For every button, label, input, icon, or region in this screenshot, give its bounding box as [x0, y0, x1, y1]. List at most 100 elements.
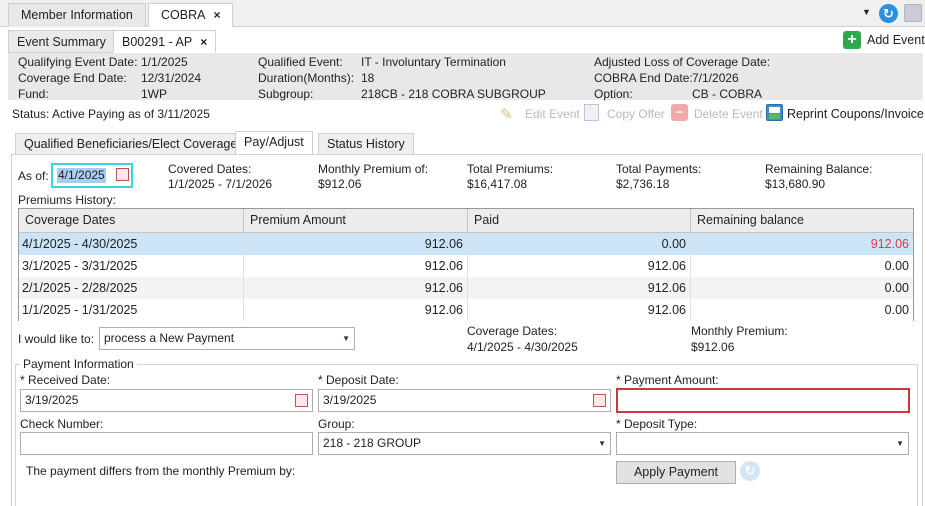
cell-remaining: 0.00	[884, 281, 909, 295]
calendar-icon[interactable]	[116, 168, 129, 181]
info-label: COBRA End Date:	[594, 71, 693, 85]
refresh-icon[interactable]: ↻	[740, 461, 760, 481]
add-icon[interactable]: +	[843, 31, 861, 49]
tab-qualified-beneficiaries[interactable]: Qualified Beneficiaries/Elect Coverage	[15, 133, 247, 155]
cell-paid: 912.06	[468, 255, 691, 277]
group-value: 218 - 218 GROUP	[323, 436, 422, 450]
action-select-label: I would like to:	[18, 332, 95, 346]
tab-member-information[interactable]: Member Information	[8, 3, 146, 27]
check-number-label: Check Number:	[20, 417, 104, 431]
cell-dates: 3/1/2025 - 3/31/2025	[19, 255, 244, 277]
info-label: Subgroup:	[258, 87, 314, 101]
add-event-button[interactable]: Add Event	[867, 33, 925, 47]
close-icon[interactable]: ×	[213, 8, 220, 22]
monthly-premium-label: Monthly Premium:	[691, 324, 788, 338]
tab-cobra[interactable]: COBRA ×	[148, 3, 234, 27]
tab-event-b00291[interactable]: B00291 - AP ×	[113, 30, 217, 53]
reprint-icon	[766, 104, 783, 121]
info-label: Qualifying Event Date:	[18, 55, 138, 69]
info-value: 1WP	[141, 87, 168, 101]
refresh-icon[interactable]: ↻	[879, 4, 898, 23]
table-row[interactable]: 2/1/2025 - 2/28/2025 912.06 912.06 0.00	[19, 277, 913, 299]
status-text: Status: Active Paying as of 3/11/2025	[12, 107, 210, 121]
deposit-date-label: * Deposit Date:	[318, 373, 399, 387]
action-select-value: process a New Payment	[104, 331, 235, 345]
info-label: Adjusted Loss of Coverage Date:	[594, 55, 771, 69]
info-value: 18	[361, 71, 375, 85]
payment-info-legend: Payment Information	[20, 357, 137, 371]
total-premiums-label: Total Premiums:	[467, 162, 554, 176]
info-value: 7/1/2026	[692, 71, 739, 85]
total-premiums-value: $16,417.08	[467, 177, 528, 191]
received-date-input[interactable]: 3/19/2025	[20, 389, 313, 412]
cell-remaining: 0.00	[884, 303, 909, 317]
tab-label: Pay/Adjust	[244, 135, 304, 149]
cell-remaining: 912.06	[870, 237, 909, 251]
calendar-icon[interactable]	[593, 394, 606, 407]
tab-label: Status History	[327, 137, 405, 151]
table-row[interactable]: 3/1/2025 - 3/31/2025 912.06 912.06 0.00	[19, 255, 913, 277]
tab-label: Event Summary	[17, 35, 106, 49]
table-row[interactable]: 4/1/2025 - 4/30/2025 912.06 0.00 912.06	[19, 233, 913, 255]
tab-label: COBRA	[161, 8, 206, 22]
as-of-date-input[interactable]: 4/1/2025	[51, 163, 133, 188]
action-select[interactable]: process a New Payment ▼	[99, 327, 355, 350]
info-value: 218CB - 218 COBRA SUBGROUP	[361, 87, 546, 101]
calendar-icon[interactable]	[295, 394, 308, 407]
monthly-premium-label: Monthly Premium of:	[318, 162, 429, 176]
copy-offer-button[interactable]: Copy Offer	[607, 107, 665, 121]
cell-paid: 0.00	[468, 233, 691, 255]
cell-paid: 912.06	[468, 277, 691, 299]
cell-premium: 912.06	[244, 255, 468, 277]
check-number-input[interactable]	[20, 432, 313, 455]
tab-status-history[interactable]: Status History	[318, 133, 414, 155]
total-payments-value: $2,736.18	[616, 177, 670, 191]
tab-pay-adjust[interactable]: Pay/Adjust	[235, 131, 313, 155]
dropdown-arrow-icon[interactable]: ▼	[862, 7, 871, 17]
cell-premium: 912.06	[244, 299, 468, 321]
table-row[interactable]: 1/1/2025 - 1/31/2025 912.06 912.06 0.00	[19, 299, 913, 321]
info-label: Duration(Months):	[258, 71, 355, 85]
copy-icon	[584, 104, 599, 121]
monthly-premium-value: $912.06	[691, 340, 735, 354]
coverage-dates-label: Coverage Dates:	[467, 324, 558, 338]
chevron-down-icon: ▼	[896, 439, 904, 448]
close-icon[interactable]: ×	[200, 35, 207, 49]
reprint-coupons-button[interactable]: Reprint Coupons/Invoice	[787, 107, 924, 121]
cell-premium: 912.06	[244, 233, 468, 255]
deposit-date-input[interactable]: 3/19/2025	[318, 389, 611, 412]
deposit-type-select[interactable]: ▼	[616, 432, 909, 455]
chevron-down-icon: ▼	[342, 334, 350, 343]
column-header[interactable]: Premium Amount	[244, 209, 468, 233]
cell-dates: 1/1/2025 - 1/31/2025	[19, 299, 244, 321]
info-label: Qualified Event:	[258, 55, 343, 69]
edit-icon: ✎	[500, 106, 513, 123]
cell-premium: 912.06	[244, 277, 468, 299]
payment-amount-input[interactable]	[616, 388, 910, 413]
group-select[interactable]: 218 - 218 GROUP ▼	[318, 432, 611, 455]
received-date-value: 3/19/2025	[25, 393, 79, 407]
info-value: CB - COBRA	[692, 87, 763, 101]
as-of-label: As of:	[18, 169, 49, 183]
cell-paid: 912.06	[468, 299, 691, 321]
info-label: Option:	[594, 87, 633, 101]
save-icon[interactable]	[904, 4, 922, 22]
deposit-date-value: 3/19/2025	[323, 393, 377, 407]
delete-event-button[interactable]: Delete Event	[694, 107, 763, 121]
covered-dates-value: 1/1/2025 - 7/1/2026	[168, 177, 273, 191]
cell-dates: 2/1/2025 - 2/28/2025	[19, 277, 244, 299]
info-value: 1/1/2025	[141, 55, 188, 69]
chevron-down-icon: ▼	[598, 439, 606, 448]
info-label: Coverage End Date:	[18, 71, 127, 85]
premiums-history-title: Premiums History:	[18, 193, 117, 207]
column-header[interactable]: Coverage Dates	[19, 209, 244, 233]
column-header[interactable]: Remaining balance	[691, 209, 913, 233]
info-value: 12/31/2024	[141, 71, 202, 85]
column-header[interactable]: Paid	[468, 209, 691, 233]
cell-dates: 4/1/2025 - 4/30/2025	[19, 233, 244, 255]
apply-payment-button[interactable]: Apply Payment	[616, 461, 736, 484]
edit-event-button[interactable]: Edit Event	[525, 107, 580, 121]
tab-event-summary[interactable]: Event Summary	[8, 30, 115, 53]
info-value: IT - Involuntary Termination	[361, 55, 506, 69]
payment-differs-text: The payment differs from the monthly Pre…	[26, 464, 296, 478]
